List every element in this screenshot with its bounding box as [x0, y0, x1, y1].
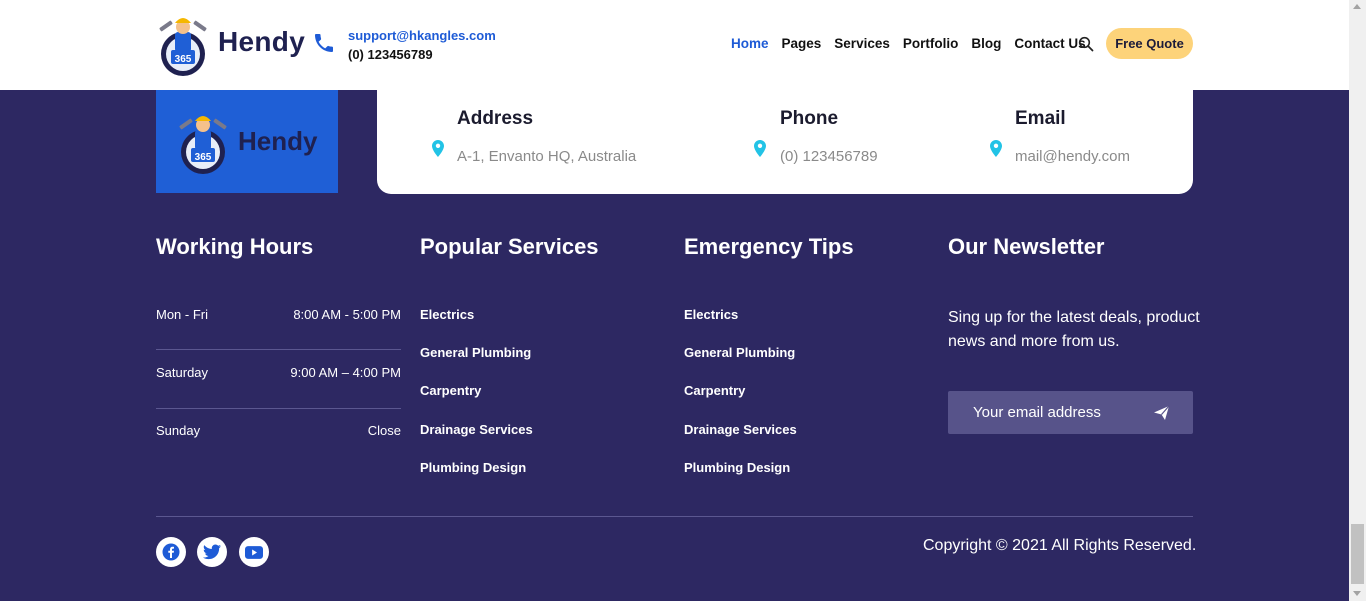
copyright-text: Copyright © 2021 All Rights Reserved. [923, 537, 1197, 554]
contact-info-card: Address A-1, Envanto HQ, Australia Phone… [377, 90, 1193, 194]
svg-text:365: 365 [175, 54, 192, 65]
youtube-button[interactable] [239, 537, 269, 567]
nav-blog[interactable]: Blog [971, 36, 1001, 51]
email-value[interactable]: mail@hendy.com [1015, 148, 1130, 165]
divider [156, 516, 1193, 517]
hours-day: Saturday [156, 365, 209, 380]
site-logo[interactable]: 365 Hendy [156, 10, 305, 78]
scrollbar-thumb[interactable] [1351, 524, 1364, 584]
facebook-icon [162, 543, 180, 561]
scrollbar[interactable] [1349, 0, 1366, 601]
hours-time: 9:00 AM – 4:00 PM [290, 365, 401, 380]
tip-link[interactable]: Drainage Services [684, 422, 797, 437]
tip-link[interactable]: General Plumbing [684, 345, 795, 360]
svg-text:365: 365 [195, 152, 212, 163]
service-link[interactable]: Plumbing Design [420, 460, 526, 475]
scroll-up-arrow-icon[interactable] [1353, 4, 1361, 9]
youtube-icon [245, 545, 263, 559]
twitter-button[interactable] [197, 537, 227, 567]
hours-day: Mon - Fri [156, 307, 208, 322]
newsletter-description: Sing up for the latest deals, product ne… [948, 309, 1200, 350]
tip-link[interactable]: Plumbing Design [684, 460, 790, 475]
email-title: Email [1015, 108, 1066, 129]
address-value: A-1, Envanto HQ, Australia [457, 148, 637, 165]
service-link[interactable]: Drainage Services [420, 422, 533, 437]
nav-portfolio[interactable]: Portfolio [903, 36, 959, 51]
hours-day: Sunday [156, 423, 201, 438]
mascot-logo-icon: 365 [179, 116, 227, 174]
popular-services-title: Popular Services [420, 234, 599, 259]
tip-link[interactable]: Carpentry [684, 383, 745, 398]
mascot-logo-icon: 365 [159, 18, 207, 76]
service-link[interactable]: Electrics [420, 307, 474, 322]
free-quote-button[interactable]: Free Quote [1106, 28, 1193, 59]
location-pin-icon [432, 140, 444, 157]
search-icon[interactable] [1078, 36, 1094, 52]
hours-row: Saturday 9:00 AM – 4:00 PM [156, 365, 401, 380]
newsletter-email-input[interactable] [948, 391, 1148, 434]
twitter-icon [203, 544, 221, 560]
header-phone: (0) 123456789 [348, 47, 433, 62]
logo-text: Hendy [218, 26, 306, 57]
working-hours-title: Working Hours [156, 234, 314, 259]
facebook-button[interactable] [156, 537, 186, 567]
nav-contact-us[interactable]: Contact Us [1014, 36, 1085, 51]
service-link[interactable]: General Plumbing [420, 345, 531, 360]
tip-link[interactable]: Electrics [684, 307, 738, 322]
send-icon[interactable] [1152, 403, 1172, 423]
hours-row: Mon - Fri 8:00 AM - 5:00 PM [156, 307, 401, 322]
site-header: 365 Hendy support@hkangles.com (0) 12345… [0, 0, 1349, 90]
header-email-link[interactable]: support@hkangles.com [348, 28, 496, 43]
nav-services[interactable]: Services [834, 36, 890, 51]
phone-title: Phone [780, 108, 839, 129]
hours-time: Close [367, 423, 401, 438]
location-pin-icon [754, 140, 766, 157]
hours-row: Sunday Close [156, 423, 401, 438]
newsletter-form [948, 391, 1193, 434]
phone-value: (0) 123456789 [780, 148, 878, 165]
nav-pages[interactable]: Pages [782, 36, 822, 51]
service-link[interactable]: Carpentry [420, 383, 481, 398]
divider [156, 349, 401, 350]
scroll-down-arrow-icon[interactable] [1353, 591, 1361, 596]
footer-logo-text: Hendy [238, 126, 318, 156]
main-nav: Home Pages Services Portfolio Blog Conta… [731, 36, 1086, 51]
newsletter-title: Our Newsletter [948, 234, 1105, 259]
emergency-tips-title: Emergency Tips [684, 234, 854, 259]
footer-logo[interactable]: 365 Hendy [156, 90, 338, 193]
hours-time: 8:00 AM - 5:00 PM [293, 307, 401, 322]
location-pin-icon [990, 140, 1002, 157]
divider [156, 408, 401, 409]
address-title: Address [457, 108, 534, 129]
nav-home[interactable]: Home [731, 36, 769, 51]
phone-icon [315, 34, 333, 52]
